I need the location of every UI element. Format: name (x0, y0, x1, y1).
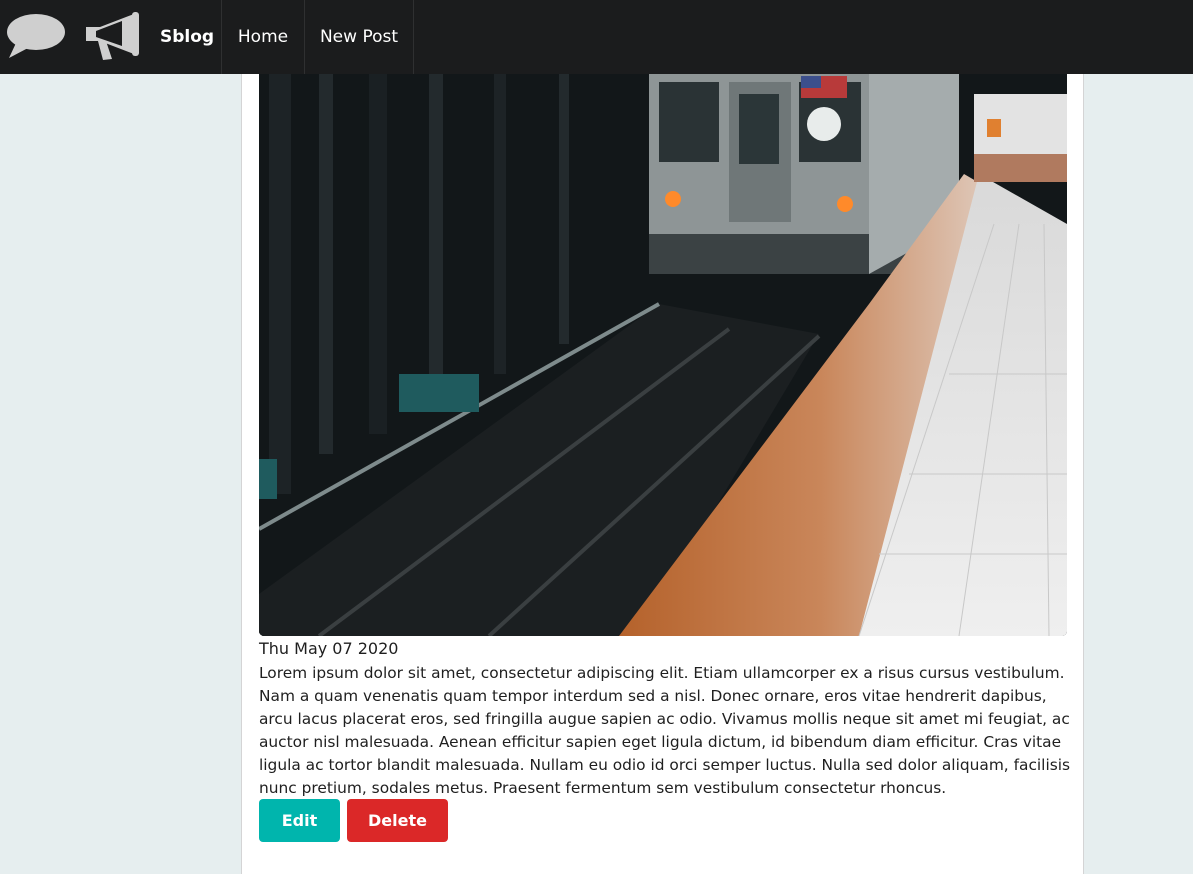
top-navbar: Sblog Home New Post (0, 0, 1193, 74)
post-date: Thu May 07 2020 (259, 639, 399, 658)
brand-name: Sblog (160, 27, 215, 47)
comment-icon (6, 12, 68, 62)
edit-button[interactable]: Edit (259, 799, 340, 842)
post-card: Thu May 07 2020 Lorem ipsum dolor sit am… (241, 74, 1084, 874)
brand-link[interactable]: Sblog (0, 0, 222, 74)
nav-new-post[interactable]: New Post (305, 0, 414, 74)
bullhorn-icon (84, 11, 142, 63)
nav-home[interactable]: Home (222, 0, 305, 74)
post-image (259, 74, 1067, 636)
post-body: Lorem ipsum dolor sit amet, consectetur … (259, 664, 1071, 797)
delete-button[interactable]: Delete (347, 799, 448, 842)
